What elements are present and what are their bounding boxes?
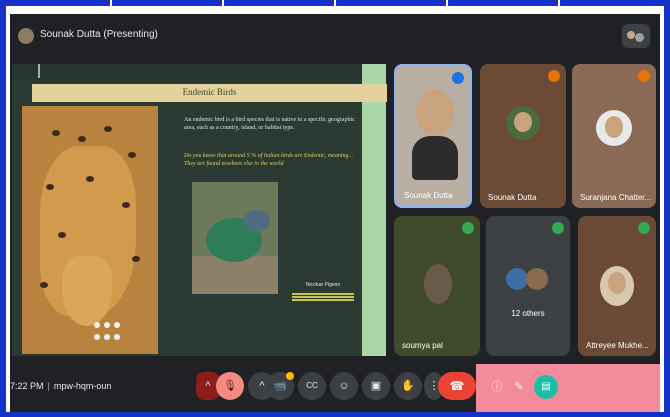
captions-icon: CC	[306, 381, 318, 390]
bird-icon	[132, 256, 140, 262]
legend-dot	[114, 334, 120, 340]
participants-avatars-icon[interactable]	[622, 24, 650, 48]
photo-bird-head	[244, 210, 270, 232]
frame-tick	[222, 0, 224, 10]
reactions-button[interactable]: ☺	[330, 372, 358, 400]
mic-on-icon	[462, 222, 474, 234]
participant-tile[interactable]: Suranjana Chatter...	[572, 64, 656, 208]
frame-tick	[110, 0, 112, 10]
legend-dot	[104, 334, 110, 340]
legend-dot	[94, 322, 100, 328]
participant-name: 12 others	[511, 309, 545, 318]
emoji-icon: ☺	[338, 380, 350, 392]
participant-face	[605, 116, 623, 138]
clock-time: 7:22 PM	[10, 381, 44, 391]
participant-name: soumya pal	[402, 341, 443, 350]
bird-icon	[104, 126, 112, 132]
meeting-details-button[interactable]: ⓘ	[490, 380, 504, 394]
slide-intro-text: An endemic bird is a bird species that i…	[184, 117, 355, 132]
photo-caption-details	[288, 292, 358, 304]
avatar-dot	[635, 33, 644, 42]
participant-tile[interactable]: soumya pal	[394, 216, 480, 356]
warning-badge-icon	[286, 372, 294, 380]
meet-window: Sounak Dutta (Presenting) Endemic Birds	[10, 14, 660, 412]
frame-tick	[446, 0, 448, 10]
legend-dot	[104, 322, 110, 328]
present-screen-icon: ▣	[370, 380, 382, 392]
participant-avatar	[526, 268, 548, 290]
chat-button[interactable]: ✎	[512, 380, 526, 394]
india-map-image	[22, 106, 158, 354]
slide-highlight-text: Do you know that around 5 % of Indian bi…	[184, 153, 353, 168]
slide-cursor	[38, 64, 40, 78]
participant-name: Attreyee Mukhe...	[586, 341, 649, 350]
hangup-icon: ☎	[449, 379, 465, 393]
shared-slide: Endemic Birds An endemic bird is a bird …	[12, 64, 387, 356]
nicobar-pigeon-photo	[192, 182, 278, 294]
present-button[interactable]: ▣	[362, 372, 390, 400]
participant-name: Sounak Dutta	[488, 193, 537, 202]
avatar-dot	[627, 31, 635, 39]
participant-video	[416, 90, 454, 136]
bird-icon	[52, 130, 60, 136]
bird-icon	[58, 232, 66, 238]
bird-icon	[46, 184, 54, 190]
bird-icon	[122, 202, 130, 208]
photo-caption: Nicobar Pigeon	[305, 282, 341, 288]
control-bar: 7:22 PM|mpw-hqm-oun ^ 🎙 ^ 📹 CC ☺ ▣ ✋ ⋮	[10, 364, 660, 412]
raise-hand-button[interactable]: ✋	[394, 372, 422, 400]
participant-name: Sounak Dutta	[404, 191, 453, 200]
participant-face	[514, 112, 532, 132]
participant-avatar	[424, 264, 452, 304]
microphone-toggle[interactable]: 🎙	[216, 372, 244, 400]
mic-off-icon: 🎙	[223, 380, 237, 392]
leave-call-button[interactable]: ☎	[438, 372, 476, 400]
title-bar: Sounak Dutta (Presenting)	[10, 14, 660, 58]
camera-icon: 📹	[273, 380, 287, 392]
frame-right	[664, 0, 670, 417]
participant-name: Suranjana Chatter...	[580, 193, 652, 202]
bird-icon	[78, 136, 86, 142]
frame-tick	[334, 0, 336, 10]
frame-left	[0, 0, 6, 417]
bird-icon	[128, 152, 136, 158]
frame-tick	[558, 0, 560, 10]
legend-dot	[94, 334, 100, 340]
participant-avatar	[506, 268, 528, 290]
frame-bottom	[0, 412, 670, 417]
participant-tile[interactable]: 12 others	[486, 216, 570, 356]
activities-icon: ▤	[541, 381, 551, 392]
mic-on-icon	[552, 222, 564, 234]
slide-title: Endemic Birds	[182, 87, 237, 97]
slide-toolbar	[12, 64, 362, 80]
mic-muted-icon	[548, 70, 560, 82]
activities-button[interactable]: ▤	[534, 375, 558, 399]
map-peninsula	[62, 256, 112, 326]
meeting-code: mpw-hqm-oun	[53, 381, 112, 391]
participant-shirt	[412, 136, 458, 180]
participant-tile[interactable]: Sounak Dutta	[480, 64, 566, 208]
hand-icon: ✋	[401, 380, 415, 392]
slide-side-strip	[362, 64, 386, 356]
mic-muted-icon	[638, 70, 650, 82]
captions-button[interactable]: CC	[298, 372, 326, 400]
participant-tile[interactable]: Attreyee Mukhe...	[578, 216, 656, 356]
presenter-label: Sounak Dutta (Presenting)	[40, 29, 158, 40]
presenter-avatar-icon	[18, 28, 34, 44]
legend-dot	[114, 322, 120, 328]
participant-tile[interactable]: Sounak Dutta	[394, 64, 472, 208]
side-actions-panel: ⓘ ✎ ▤	[476, 364, 660, 412]
participant-face	[608, 272, 626, 294]
meeting-info: 7:22 PM | mpw-hqm-oun	[10, 381, 111, 391]
bird-icon	[86, 176, 94, 182]
slide-banner: Endemic Birds	[32, 84, 387, 102]
bird-icon	[40, 282, 48, 288]
mic-on-icon	[638, 222, 650, 234]
separator: |	[47, 381, 50, 391]
mic-muted-icon	[452, 72, 464, 84]
